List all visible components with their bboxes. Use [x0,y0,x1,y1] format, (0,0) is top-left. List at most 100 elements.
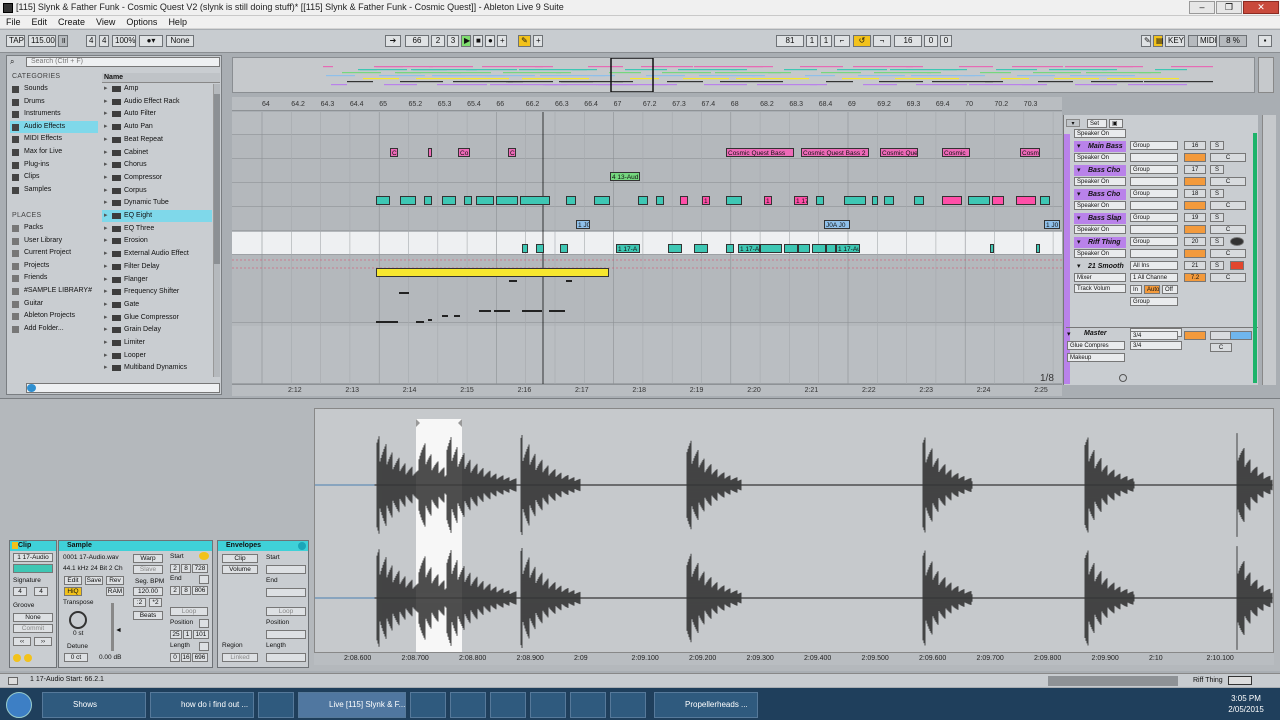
route-menu[interactable] [1130,153,1178,162]
position-set-button[interactable] [199,619,209,628]
clip[interactable] [694,244,708,253]
arm-c-button[interactable]: C [1210,153,1246,162]
song-position-beat[interactable]: 2 [431,35,445,47]
clip[interactable] [400,196,416,205]
song-position-bar[interactable]: 66 [405,35,429,47]
end-beat[interactable]: 8 [181,586,191,595]
track-volume[interactable] [1184,225,1206,234]
expand-icon[interactable]: ▸ [104,185,108,197]
speaker-toggle[interactable]: Speaker On [1074,249,1126,258]
track-volume[interactable] [1184,201,1206,210]
task-browser[interactable]: how do i find out ... [150,692,254,718]
category-max-for-live[interactable]: Max for Live [10,146,98,158]
zoom-field[interactable]: 100% [112,35,136,47]
solo-button[interactable]: S [1210,213,1224,222]
fold-icon[interactable]: ▾ [1077,189,1081,200]
tempo-field[interactable]: 115.00 [28,35,56,47]
slave-button[interactable]: Slave [133,565,163,574]
signature-numerator[interactable]: 4 [86,35,96,47]
detune-value[interactable]: 0 ct [64,653,88,662]
task-propellerheads[interactable]: Propellerheads ... [654,692,758,718]
clip[interactable] [990,244,994,253]
clip-color-swatch[interactable] [13,564,53,573]
clip[interactable]: J0A J0 [824,220,850,229]
clip[interactable]: 1 J0 [1044,220,1060,229]
start-button[interactable] [6,692,32,718]
browser-item[interactable]: ▸ Audio Effect Rack [102,96,212,108]
env-start-field[interactable] [266,565,306,574]
group-menu[interactable]: Group [1130,165,1178,174]
speaker-toggle[interactable]: Speaker On [1074,177,1126,186]
env-position-field[interactable] [266,630,306,639]
clip[interactable] [376,268,609,277]
clip[interactable] [668,244,682,253]
browser-item[interactable]: ▸ Flanger [102,274,212,286]
group-menu[interactable]: Group [1130,213,1178,222]
clip[interactable]: Co [508,148,516,157]
clip[interactable]: Cosmic Quest Bass [726,148,794,157]
expand-icon[interactable]: ▸ [104,223,108,235]
clip[interactable] [464,196,472,205]
search-icon[interactable]: ⌕ [10,57,22,67]
solo-button[interactable]: S [1210,165,1224,174]
expand-icon[interactable]: ▸ [104,350,108,362]
clip[interactable] [726,244,734,253]
master-pan[interactable] [1210,331,1232,340]
clip[interactable] [992,196,1004,205]
clip[interactable] [942,196,962,205]
expand-icon[interactable]: ▸ [104,108,108,120]
env-linked-button[interactable]: Linked [222,653,258,662]
env-end-field[interactable] [266,588,306,597]
browser-item[interactable]: ▸ EQ Three [102,223,212,235]
clip-sig-denominator[interactable]: 4 [34,587,48,596]
master-route[interactable]: 3/4 [1130,331,1178,340]
loop-start-bar[interactable]: 81 [776,35,804,47]
play-button[interactable]: ▶ [461,35,471,47]
clip[interactable]: 1 17-A [738,244,760,253]
minimize-button[interactable]: ‒ [1189,1,1215,14]
track-volume[interactable] [1184,177,1206,186]
clip[interactable]: 4 13-Aud [610,172,640,181]
group-menu[interactable]: Group [1130,189,1178,198]
clip[interactable] [914,196,924,205]
clip[interactable] [520,196,550,205]
category-midi-effects[interactable]: MIDI Effects [10,133,98,145]
category-plug-ins[interactable]: Plug-ins [10,159,98,171]
clip[interactable] [816,196,824,205]
expand-icon[interactable]: ▸ [104,172,108,184]
sample-time-ruler[interactable]: 2:08.600 2:08.700 2:08.800 2:08.900 2:09 2:09… [314,653,1274,665]
category-instruments[interactable]: Instruments [10,108,98,120]
nudge-forward-button[interactable]: ›› [34,637,52,646]
loop-start-sixteenth[interactable]: 1 [820,35,832,47]
menu-help[interactable]: Help [162,16,192,27]
double-tempo-button[interactable]: *2 [149,598,162,607]
sample-edit-button[interactable]: Edit [64,576,82,585]
commit-button[interactable]: Commit [13,624,53,633]
menu-file[interactable]: File [0,16,26,27]
clip[interactable] [428,148,432,157]
warp-button[interactable]: Warp [133,554,163,563]
group-menu[interactable]: Group [1130,141,1178,150]
sample-save-button[interactable]: Save [85,576,103,585]
browser-scrollbar[interactable] [213,84,220,377]
clip[interactable] [726,196,742,205]
solo-button[interactable]: S [1210,189,1224,198]
preview-icon[interactable] [27,384,36,392]
input-type-menu[interactable]: Mixer [1074,273,1126,282]
track-name[interactable]: Riff Thing ▾ [1074,237,1126,248]
quantize-menu[interactable]: None [166,35,194,47]
fold-icon[interactable]: ▾ [1077,237,1081,248]
browser-item[interactable]: ▸ Dynamic Tube [102,197,212,209]
monitor-auto-button[interactable]: Auto [1144,285,1160,294]
task-app[interactable] [490,692,526,718]
expand-icon[interactable]: ▸ [104,362,108,374]
beat-time-ruler[interactable]: 64 64.2 64.3 64.4 65 65.2 65.3 65.4 66 66.2 66.3 66… [232,97,1062,111]
task-app[interactable] [570,692,606,718]
clip[interactable]: Cosmic Quest Bass 2 [801,148,869,157]
lock-icon[interactable]: ▣ [1109,119,1123,128]
warp-mode-menu[interactable]: Beats [133,611,163,620]
speaker-toggle[interactable]: Speaker On [1074,201,1126,210]
expand-icon[interactable]: ▸ [104,83,108,95]
env-loop-button[interactable]: Loop [266,607,306,616]
place-guitar[interactable]: Guitar [10,298,98,310]
